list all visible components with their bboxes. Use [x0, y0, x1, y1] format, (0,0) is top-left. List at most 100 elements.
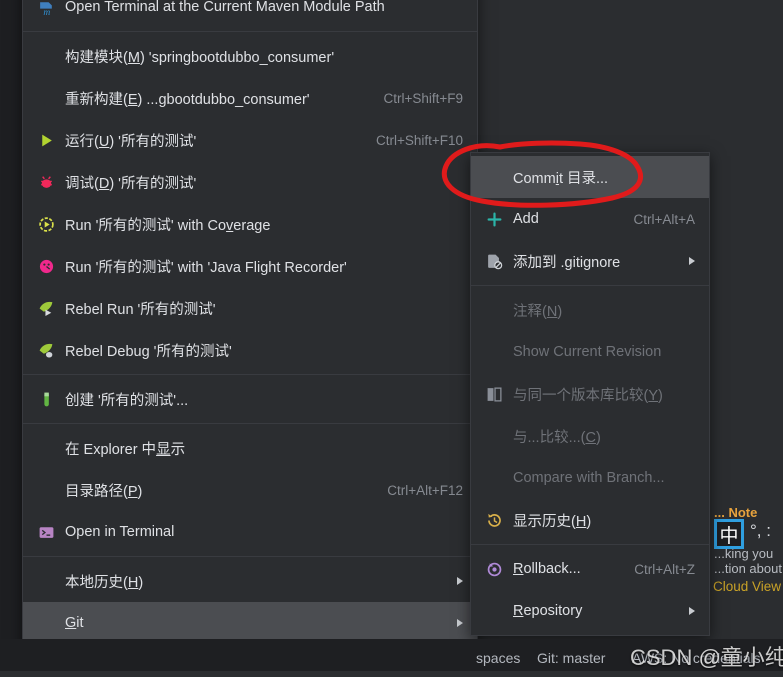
rebel-run-icon: [33, 298, 59, 318]
menu-item-label: 注释(N): [513, 303, 563, 320]
gitignore-icon: [481, 251, 507, 271]
menu-item-explorer[interactable]: 在 Explorer 中显示: [23, 427, 477, 469]
menu-item-compare-with-branch: Compare with Branch...: [471, 457, 709, 499]
menu-item-label: Rebel Debug '所有的测试': [65, 343, 232, 360]
menu-item-label: 调试(D) '所有的测试': [65, 175, 197, 192]
rebel-debug-icon: [33, 340, 59, 360]
screenshot-root: rrpsririra部D的 ... Note ...king you ...ti…: [0, 0, 783, 677]
status-git-branch[interactable]: Git: master: [537, 650, 605, 666]
menu-item-c: 与...比较...(C): [471, 415, 709, 457]
menu-item-label: 添加到 .gitignore: [513, 254, 621, 271]
no-icon: [33, 46, 59, 66]
submenu-arrow-icon: [457, 619, 463, 627]
menu-item-label: Run '所有的测试' with Coverage: [65, 217, 271, 234]
no-icon: [481, 300, 507, 320]
menu-item-open-in-terminal[interactable]: Open in Terminal: [23, 511, 477, 553]
git-submenu[interactable]: Commit 目录... Add Ctrl+Alt+A 添加到 .gitignore 注…: [470, 152, 710, 636]
menu-item-shortcut: Ctrl+Alt+F12: [387, 482, 463, 498]
menu-item-git[interactable]: Git: [23, 602, 477, 644]
menu-item-label: Show Current Revision: [513, 344, 662, 360]
submenu-arrow-icon: [689, 257, 695, 265]
context-menu[interactable]: m Open Terminal at the Current Maven Modu…: [22, 0, 478, 677]
submenu-arrow-icon: [689, 607, 695, 615]
menu-item-show-current-revision: Show Current Revision: [471, 331, 709, 373]
ime-mode-indicator[interactable]: 中: [714, 519, 744, 549]
notification-line-2: ...tion about: [714, 561, 782, 576]
menu-item-shortcut: Ctrl+Shift+F9: [383, 90, 463, 106]
menu-item-label: Commit 目录...: [513, 170, 609, 187]
menu-item-shortcut: Ctrl+Alt+A: [633, 211, 695, 227]
menu-item-m-springbootdubbo-consumer[interactable]: 构建模块(M) 'springbootdubbo_consumer': [23, 35, 477, 77]
menu-item-label: 构建模块(M) 'springbootdubbo_consumer': [65, 49, 335, 66]
menu-item-label: Rebel Run '所有的测试': [65, 301, 216, 318]
menu-item-rollback[interactable]: Rollback... Ctrl+Alt+Z: [471, 548, 709, 590]
menu-item-gitignore[interactable]: 添加到 .gitignore: [471, 240, 709, 282]
menu-item-label: 与...比较...(C): [513, 429, 601, 446]
test-tube-icon: [33, 389, 59, 409]
menu-item-rebel-debug[interactable]: Rebel Debug '所有的测试': [23, 329, 477, 371]
menu-item-run-with-coverage[interactable]: Run '所有的测试' with Coverage: [23, 203, 477, 245]
menu-item-h[interactable]: 显示历史(H): [471, 499, 709, 541]
menu-item-rebel-run[interactable]: Rebel Run '所有的测试': [23, 287, 477, 329]
flight-recorder-icon: [33, 256, 59, 276]
menu-item-commit[interactable]: Commit 目录...: [471, 156, 709, 198]
cloud-view-label[interactable]: Cloud View: [713, 579, 781, 594]
menu-item-open-terminal-at-the-current-maven-module-path[interactable]: m Open Terminal at the Current Maven Modu…: [23, 0, 477, 28]
menu-item-label: 运行(U) '所有的测试': [65, 133, 197, 150]
status-bar-bottom-edge: [0, 671, 783, 677]
menu-item-label: Add: [513, 211, 539, 227]
menu-item-label: 创建 '所有的测试'...: [65, 392, 189, 409]
status-aws-credentials[interactable]: AWS: No credentials: [632, 650, 761, 666]
no-icon: [33, 438, 59, 458]
no-icon: [33, 613, 59, 633]
run-play-icon: [33, 130, 59, 150]
menu-item-label: Compare with Branch...: [513, 470, 665, 486]
menu-item-label: 目录路径(P): [65, 483, 143, 500]
notification-title: ... Note: [714, 505, 758, 520]
rollback-icon: [481, 559, 507, 579]
menu-item-label: 本地历史(H): [65, 574, 144, 591]
coverage-icon: [33, 214, 59, 234]
menu-item-shortcut: Ctrl+Shift+F10: [375, 132, 463, 148]
menu-item-item-11[interactable]: 创建 '所有的测试'...: [23, 378, 477, 420]
menu-item-label: 与同一个版本库比较(Y): [513, 387, 663, 404]
ime-extra-glyphs: °, :: [750, 521, 771, 540]
terminal-icon: [33, 522, 59, 542]
menu-item-label: 在 Explorer 中显示: [65, 441, 186, 458]
menu-item-label: 显示历史(H): [513, 513, 592, 530]
no-icon: [481, 601, 507, 621]
menu-item-run-with-java-flight-recorder[interactable]: Run '所有的测试' with 'Java Flight Recorder': [23, 245, 477, 287]
menu-item-repository[interactable]: Repository: [471, 590, 709, 632]
no-icon: [33, 571, 59, 591]
menu-item-add[interactable]: Add Ctrl+Alt+A: [471, 198, 709, 240]
status-bar: spaces Git: master AWS: No credentials: [0, 639, 783, 677]
menu-separator: [471, 285, 709, 286]
debug-bug-icon: [33, 172, 59, 192]
menu-item-label: Repository: [513, 603, 583, 619]
menu-item-p[interactable]: 目录路径(P) Ctrl+Alt+F12: [23, 469, 477, 511]
plus-icon: [481, 209, 507, 229]
menu-separator: [471, 544, 709, 545]
maven-terminal-icon: m: [33, 0, 59, 17]
menu-item-d[interactable]: 调试(D) '所有的测试': [23, 161, 477, 203]
no-icon: [33, 88, 59, 108]
menu-item-e-gbootdubbo-consumer[interactable]: 重新构建(E) ...gbootdubbo_consumer' Ctrl+Shif…: [23, 77, 477, 119]
no-icon: [481, 342, 507, 362]
history-icon: [481, 510, 507, 530]
no-icon: [481, 426, 507, 446]
no-icon: [481, 468, 507, 488]
menu-item-n: 注释(N): [471, 289, 709, 331]
no-icon: [33, 480, 59, 500]
menu-item-u[interactable]: 运行(U) '所有的测试' Ctrl+Shift+F10: [23, 119, 477, 161]
submenu-arrow-icon: [457, 577, 463, 585]
menu-item-label: Run '所有的测试' with 'Java Flight Recorder': [65, 259, 347, 276]
menu-item-shortcut: Ctrl+Alt+Z: [634, 561, 695, 577]
menu-separator: [23, 374, 477, 375]
menu-item-label: Rollback...: [513, 561, 581, 577]
menu-separator: [23, 423, 477, 424]
menu-item-label: Open Terminal at the Current Maven Modul…: [65, 0, 385, 15]
menu-separator: [23, 31, 477, 32]
status-indent-spaces[interactable]: spaces: [476, 650, 520, 666]
menu-item-h[interactable]: 本地历史(H): [23, 560, 477, 602]
menu-item-y: 与同一个版本库比较(Y): [471, 373, 709, 415]
